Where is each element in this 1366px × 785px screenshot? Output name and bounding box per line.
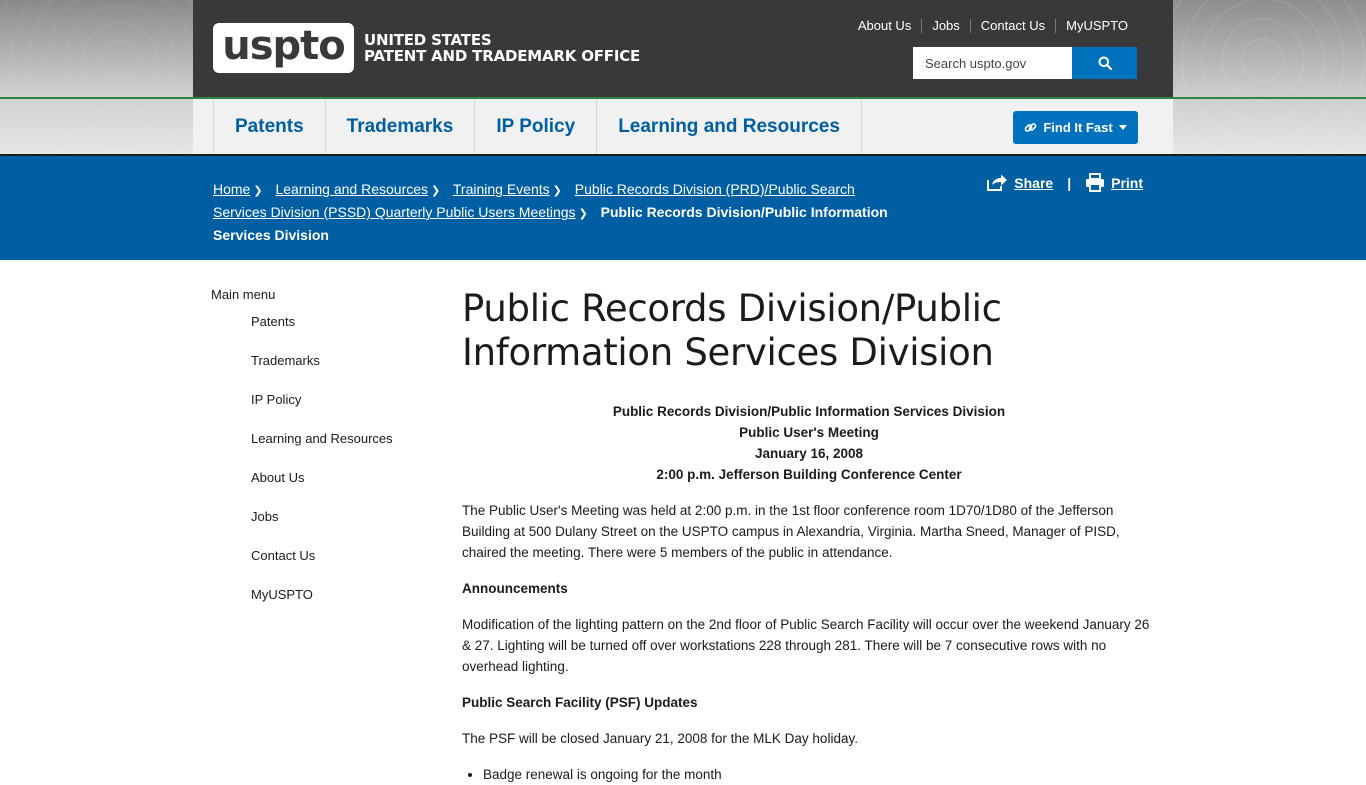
meeting-header: Public Records Division/Public Informati… xyxy=(462,401,1156,485)
sidebar-item-trademarks[interactable]: Trademarks xyxy=(251,354,431,393)
utility-link-jobs[interactable]: Jobs xyxy=(921,19,969,33)
chevron-right-icon: ❯ xyxy=(552,185,562,197)
search-input[interactable] xyxy=(913,47,1072,79)
announcements-paragraph: Modification of the lighting pattern on … xyxy=(462,617,1150,674)
meeting-header-line: Public Records Division/Public Informati… xyxy=(612,404,1006,419)
main-nav-patents[interactable]: Patents xyxy=(213,99,325,154)
print-label: Print xyxy=(1111,174,1143,191)
utility-nav: About Us Jobs Contact Us MyUSPTO xyxy=(848,19,1128,33)
psf-updates-heading: Public Search Facility (PSF) Updates xyxy=(462,695,698,710)
share-label: Share xyxy=(1014,174,1054,191)
sidebar-menu: Main menu Patents Trademarks IP Policy L… xyxy=(211,287,431,627)
share-link[interactable]: Share xyxy=(986,173,1053,192)
breadcrumb-training-events[interactable]: Training Events xyxy=(453,181,550,197)
masthead: uspto UNITED STATES PATENT AND TRADEMARK… xyxy=(193,0,1173,97)
breadcrumb: Home ❯ Learning and Resources ❯ Training E… xyxy=(213,179,893,246)
logo-text: uspto xyxy=(222,23,346,69)
agency-name[interactable]: UNITED STATES PATENT AND TRADEMARK OFFIC… xyxy=(364,32,640,64)
sidebar-item-learning-resources[interactable]: Learning and Resources xyxy=(251,432,431,471)
main-nav-trademarks[interactable]: Trademarks xyxy=(324,99,475,154)
actions-separator: | xyxy=(1067,174,1072,191)
print-icon xyxy=(1086,173,1105,192)
print-link[interactable]: Print xyxy=(1085,173,1143,192)
sidebar-item-myuspto[interactable]: MyUSPTO xyxy=(251,588,431,627)
chevron-right-icon: ❯ xyxy=(253,185,263,197)
meeting-header-line: 2:00 p.m. Jefferson Building Conference … xyxy=(656,467,962,482)
main-nav-learning-resources[interactable]: Learning and Resources xyxy=(596,99,862,154)
page-actions: Share | Print xyxy=(986,173,1143,192)
breadcrumb-home[interactable]: Home xyxy=(213,181,250,197)
breadcrumb-learning-resources[interactable]: Learning and Resources xyxy=(275,181,428,197)
announcements-heading: Announcements xyxy=(462,581,568,596)
meeting-header-line: January 16, 2008 xyxy=(754,446,864,461)
intro-paragraph: The Public User's Meeting was held at 2:… xyxy=(462,503,1120,560)
link-icon xyxy=(1024,123,1037,132)
search-icon xyxy=(1098,56,1112,70)
chevron-right-icon: ❯ xyxy=(431,185,441,197)
search-button[interactable] xyxy=(1072,47,1137,79)
utility-link-myuspto[interactable]: MyUSPTO xyxy=(1055,19,1128,33)
header-background-right xyxy=(1173,0,1366,154)
sidebar-item-about-us[interactable]: About Us xyxy=(251,471,431,510)
find-it-fast-label: Find It Fast xyxy=(1043,120,1113,135)
utility-link-about-us[interactable]: About Us xyxy=(848,19,921,33)
meeting-header-line: Public User's Meeting xyxy=(739,425,879,440)
utility-link-contact-us[interactable]: Contact Us xyxy=(969,19,1055,33)
uspto-logo[interactable]: uspto xyxy=(213,23,354,73)
agency-line-1: UNITED STATES xyxy=(364,31,492,49)
find-it-fast-button[interactable]: Find It Fast xyxy=(1013,111,1138,144)
main-nav-ip-policy[interactable]: IP Policy xyxy=(474,99,596,154)
share-icon xyxy=(987,174,1008,191)
sidebar-item-patents[interactable]: Patents xyxy=(251,315,431,354)
page-title: Public Records Division/Public Informati… xyxy=(462,287,1002,374)
main-content: Public Records Division/Public Informati… xyxy=(462,287,1156,785)
main-nav: Patents Trademarks IP Policy Learning an… xyxy=(193,99,1173,154)
breadcrumb-band: Home ❯ Learning and Resources ❯ Training E… xyxy=(0,156,1366,260)
sidebar-title: Main menu xyxy=(211,287,276,302)
sidebar-item-ip-policy[interactable]: IP Policy xyxy=(251,393,431,432)
agency-line-2: PATENT AND TRADEMARK OFFICE xyxy=(364,47,641,65)
list-item: Badge renewal is ongoing for the month xyxy=(483,764,1156,785)
chevron-right-icon: ❯ xyxy=(578,208,588,220)
psf-paragraph: The PSF will be closed January 21, 2008 … xyxy=(462,731,858,746)
sidebar-item-contact-us[interactable]: Contact Us xyxy=(251,549,431,588)
sidebar-item-jobs[interactable]: Jobs xyxy=(251,510,431,549)
caret-down-icon xyxy=(1118,125,1127,130)
psf-bullet-list: Badge renewal is ongoing for the month xyxy=(462,764,1156,785)
